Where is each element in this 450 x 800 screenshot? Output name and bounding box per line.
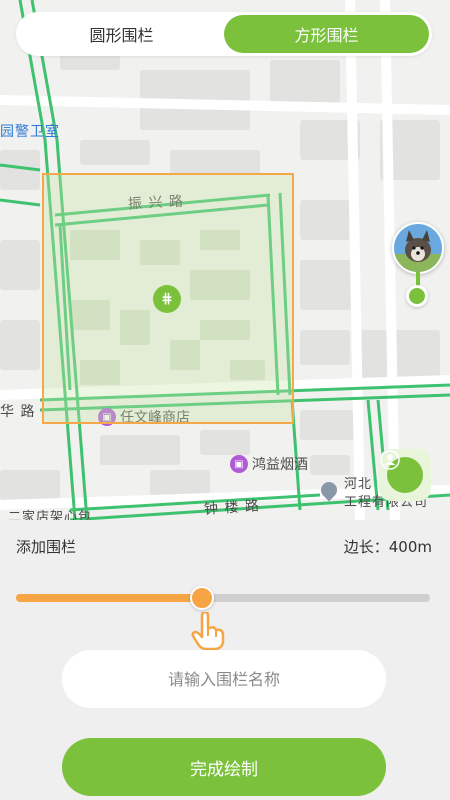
map-view[interactable]: 园警卫室 振 兴 路 华 路 钟 楼 路 二家店架心包 河北 工程有限公司 ▣ … bbox=[0, 0, 450, 520]
map-label-company-1: 河北 bbox=[344, 477, 373, 492]
drag-hand-icon bbox=[191, 612, 225, 650]
map-label-road-hua: 华 路 bbox=[0, 404, 36, 420]
fence-name-input[interactable] bbox=[62, 650, 386, 708]
fence-grid-icon: ⋕ bbox=[161, 291, 173, 307]
map-label-road-zhonglou: 钟 楼 路 bbox=[203, 498, 261, 518]
poi-store[interactable]: ▣ 鸿益烟酒 bbox=[230, 454, 308, 474]
pet-avatar[interactable] bbox=[392, 222, 444, 274]
poi-location-company[interactable] bbox=[317, 478, 341, 502]
add-fence-label: 添加围栏 bbox=[16, 538, 77, 556]
map-label-guard-room: 园警卫室 bbox=[0, 124, 60, 140]
person-locate-icon bbox=[380, 450, 423, 493]
locate-pet-button[interactable] bbox=[379, 449, 431, 501]
side-length-value: 边长：400m bbox=[343, 538, 432, 556]
fence-info-row: 添加围栏 边长：400m bbox=[16, 536, 432, 557]
tab-square-fence[interactable]: 方形围栏 bbox=[224, 15, 429, 53]
dog-avatar-icon bbox=[394, 224, 442, 272]
store-icon: ▣ bbox=[230, 455, 248, 473]
pet-location-dot bbox=[406, 285, 428, 307]
tab-circle-fence[interactable]: 圆形围栏 bbox=[19, 15, 224, 53]
slider-thumb[interactable] bbox=[190, 586, 215, 610]
map-label-bottom-left: 二家店架心包 bbox=[8, 510, 93, 520]
location-pin-icon bbox=[317, 478, 341, 502]
fence-settings-panel: 添加围栏 边长：400m 完成绘制 bbox=[0, 520, 450, 800]
side-length-slider[interactable] bbox=[16, 586, 430, 610]
fence-center-handle[interactable]: ⋕ bbox=[153, 285, 181, 313]
poi-store-label: 鸿益烟酒 bbox=[252, 457, 308, 473]
finish-drawing-button[interactable]: 完成绘制 bbox=[62, 738, 386, 796]
fence-type-tabs: 圆形围栏 方形围栏 bbox=[16, 12, 432, 56]
slider-fill bbox=[16, 594, 203, 602]
